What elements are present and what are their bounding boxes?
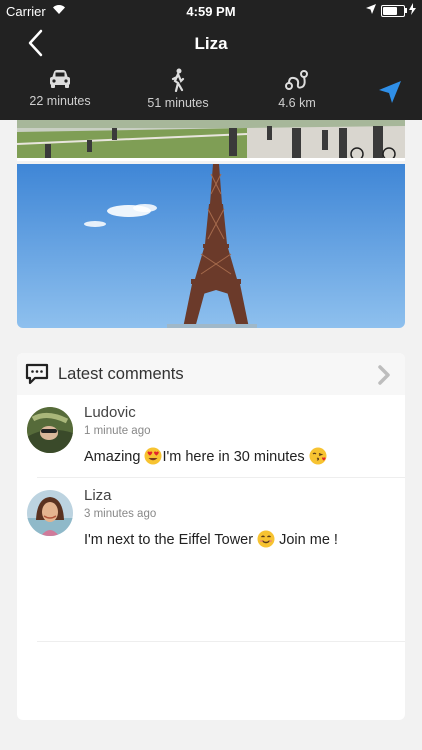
comment-text-part: I'm next to the Eiffel Tower — [84, 532, 258, 548]
clock: 4:59 PM — [186, 4, 236, 19]
page-title: Liza — [194, 34, 228, 53]
transport-bar: 22 minutes 51 minutes 4.6 km — [0, 64, 422, 120]
transport-distance[interactable]: 4.6 km — [247, 64, 347, 120]
comment-item[interactable]: Liza 3 minutes ago I'm next to the Eiffe… — [17, 480, 405, 560]
avatar[interactable] — [27, 490, 73, 536]
comment-timestamp: 1 minute ago — [84, 425, 151, 437]
navigation-arrow-icon[interactable] — [378, 80, 402, 104]
chevron-right-icon[interactable] — [376, 364, 392, 386]
battery-icon — [381, 5, 405, 17]
comment-text-part: I'm here in 30 minutes — [162, 449, 309, 465]
comment-timestamp: 3 minutes ago — [84, 508, 157, 520]
heart-eyes-emoji-icon — [144, 447, 162, 465]
avatar[interactable] — [27, 407, 73, 453]
car-duration: 22 minutes — [29, 94, 91, 108]
divider — [37, 641, 405, 642]
car-icon — [50, 70, 70, 88]
comment-text: I'm next to the Eiffel Tower Join me ! — [84, 530, 338, 548]
comments-header[interactable]: Latest comments — [17, 353, 405, 395]
route-distance-icon — [285, 70, 308, 90]
comments-title: Latest comments — [58, 365, 184, 383]
navigation-bar: Liza — [0, 22, 422, 64]
transport-walking[interactable]: 51 minutes — [128, 64, 228, 120]
comment-text: Amazing I'm here in 30 minutes — [84, 447, 327, 465]
status-bar: Carrier 4:59 PM — [0, 0, 422, 22]
comments-card: Latest comments Ludovic 1 minute ago Ama… — [17, 353, 405, 720]
walking-duration: 51 minutes — [147, 96, 209, 110]
divider — [37, 477, 405, 478]
comment-item[interactable]: Ludovic 1 minute ago Amazing I'm here in… — [17, 397, 405, 477]
comment-author: Ludovic — [84, 404, 136, 421]
location-arrow-icon — [366, 4, 376, 14]
kissing-heart-emoji-icon — [309, 447, 327, 465]
comment-author: Liza — [84, 487, 112, 504]
park-crowd-photo[interactable] — [17, 120, 405, 161]
charging-bolt-icon — [409, 3, 416, 15]
transport-car[interactable]: 22 minutes — [10, 64, 110, 120]
comment-bubble-icon — [25, 363, 49, 385]
walking-icon — [171, 68, 185, 92]
comment-text-part: Join me ! — [275, 532, 338, 548]
photo-gallery[interactable] — [17, 120, 405, 328]
eiffel-tower-photo[interactable] — [17, 164, 405, 328]
distance-value: 4.6 km — [278, 96, 316, 110]
comment-text-part: Amazing — [84, 449, 145, 465]
smile-emoji-icon — [257, 530, 275, 548]
